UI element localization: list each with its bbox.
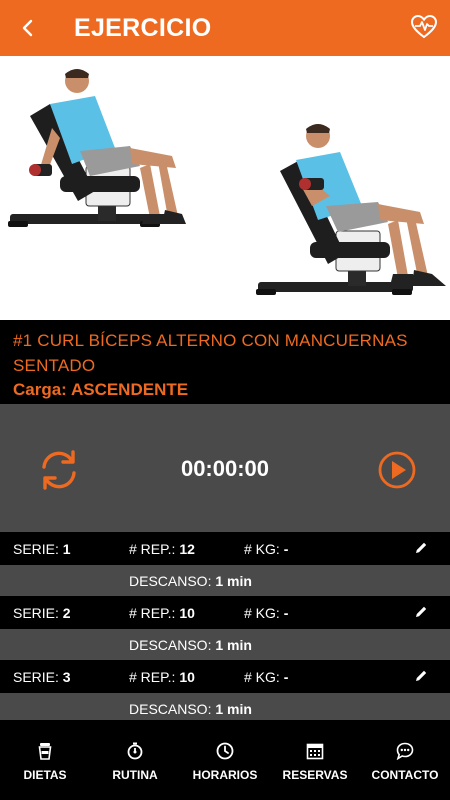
serie-cell: SERIE: 1: [13, 541, 71, 557]
set-row: SERIE: 1 # REP.: 12 # KG: -: [0, 532, 450, 565]
nav-label: DIETAS: [23, 768, 67, 782]
kg-label: # KG:: [244, 604, 280, 621]
page-title: EJERCICIO: [74, 13, 212, 42]
heart-pulse-icon[interactable]: [410, 13, 438, 41]
serie-label: SERIE:: [13, 668, 59, 685]
rest-value: 1 min: [215, 572, 252, 589]
set-row: SERIE: 3 # REP.: 10 # KG: -: [0, 660, 450, 693]
kg-cell: # KG: -: [244, 605, 288, 621]
kg-value: -: [283, 668, 289, 685]
load-label: Carga:: [13, 380, 67, 399]
serie-label: SERIE:: [13, 540, 59, 557]
reps-label: # REP.:: [129, 668, 176, 685]
reps-value: 10: [179, 604, 195, 621]
nav-label: RUTINA: [112, 768, 158, 782]
reps-cell: # REP.: 12: [129, 541, 195, 557]
reps-value: 10: [179, 668, 195, 685]
kg-label: # KG:: [244, 668, 280, 685]
serie-cell: SERIE: 3: [13, 669, 71, 685]
kg-cell: # KG: -: [244, 669, 288, 685]
nav-label: HORARIOS: [192, 768, 258, 782]
serie-number: 3: [62, 668, 71, 685]
reps-label: # REP.:: [129, 604, 176, 621]
pencil-icon[interactable]: [413, 668, 429, 684]
nav-item-horarios[interactable]: HORARIOS: [180, 720, 270, 800]
play-icon[interactable]: [377, 450, 417, 490]
reps-cell: # REP.: 10: [129, 669, 195, 685]
serie-cell: SERIE: 2: [13, 605, 71, 621]
load-value: ASCENDENTE: [70, 380, 189, 399]
back-arrow-icon: [22, 19, 33, 37]
rest-value: 1 min: [215, 636, 252, 653]
nav-item-contacto[interactable]: CONTACTO: [360, 720, 450, 800]
nav-label: CONTACTO: [371, 768, 439, 782]
pencil-icon[interactable]: [413, 604, 429, 620]
serie-number: 2: [62, 604, 71, 621]
nav-item-dietas[interactable]: DIETAS: [0, 720, 90, 800]
rest-row: DESCANSO: 1 min: [0, 629, 450, 660]
exercise-info: #1 CURL BÍCEPS ALTERNO CON MANCUERNAS SE…: [0, 320, 450, 404]
serie-label: SERIE:: [13, 604, 59, 621]
sets-list: SERIE: 1 # REP.: 12 # KG: - DESCANSO: 1 …: [0, 532, 450, 724]
kg-value: -: [283, 604, 289, 621]
bottom-nav: DIETAS RUTINA HORARIOS RESERVAS CONTACTO: [0, 720, 450, 800]
calendar-icon: [306, 743, 324, 760]
serie-number: 1: [62, 540, 71, 557]
clock-icon: [216, 742, 234, 760]
reps-label: # REP.:: [129, 540, 176, 557]
exercise-image: [0, 56, 450, 320]
reps-cell: # REP.: 10: [129, 605, 195, 621]
reps-value: 12: [179, 540, 195, 557]
nav-item-reservas[interactable]: RESERVAS: [270, 720, 360, 800]
rest-label: DESCANSO:: [129, 700, 212, 717]
kg-label: # KG:: [244, 540, 280, 557]
rest-label: DESCANSO:: [129, 636, 212, 653]
app-header: EJERCICIO: [0, 0, 450, 56]
pencil-icon[interactable]: [413, 540, 429, 556]
exercise-name: #1 CURL BÍCEPS ALTERNO CON MANCUERNAS SE…: [13, 331, 408, 375]
stopwatch-icon: [127, 742, 143, 760]
nav-label: RESERVAS: [282, 768, 348, 782]
nav-item-rutina[interactable]: RUTINA: [90, 720, 180, 800]
cup-icon: [38, 743, 52, 760]
timer-panel: 00:00:00: [0, 404, 450, 532]
rest-label: DESCANSO:: [129, 572, 212, 589]
back-button[interactable]: [0, 0, 56, 56]
exercise-load: Carga: ASCENDENTE: [13, 378, 437, 402]
rest-row: DESCANSO: 1 min: [0, 565, 450, 596]
chat-icon: [396, 742, 414, 760]
rest-value: 1 min: [215, 700, 252, 717]
set-row: SERIE: 2 # REP.: 10 # KG: -: [0, 596, 450, 629]
kg-cell: # KG: -: [244, 541, 288, 557]
kg-value: -: [283, 540, 289, 557]
